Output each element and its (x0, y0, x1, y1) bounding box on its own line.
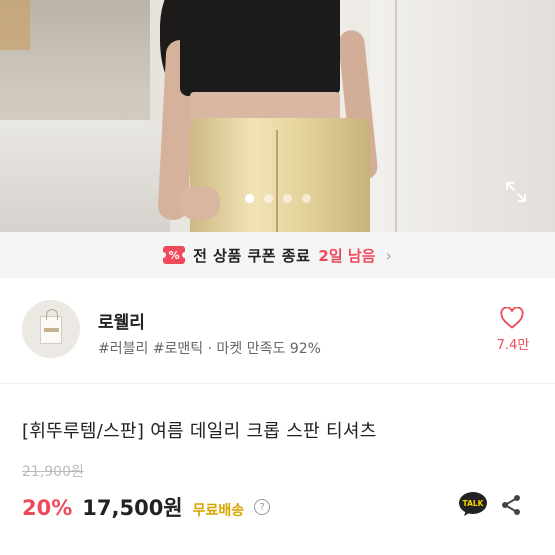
talk-label: TALK (463, 499, 485, 508)
coupon-icon: % (160, 246, 189, 264)
seller-name[interactable]: 로웰리 (98, 308, 145, 333)
seller-tags: #러블리 #로맨틱 · 마켓 만족도 92% (98, 341, 321, 357)
discount-rate: 20% (22, 496, 73, 520)
coupon-text: 전 상품 쿠폰 종료 (193, 246, 311, 265)
expand-icon[interactable] (504, 180, 528, 204)
model-pants-seam (276, 130, 278, 232)
sale-price: 17,500원 (82, 496, 183, 520)
kakao-talk-icon[interactable]: TALK (458, 491, 488, 517)
shopping-bag-icon (40, 309, 62, 344)
like-count: 7.4만 (496, 338, 530, 353)
bag-label (44, 328, 59, 332)
product-image[interactable] (0, 0, 555, 232)
seller-section[interactable]: 로웰리 #러블리 #로맨틱 · 마켓 만족도 92% 7.4만 (0, 278, 555, 384)
coupon-banner[interactable]: % 전 상품 쿠폰 종료 2일 남음 › (0, 232, 555, 278)
model-pants (190, 118, 370, 232)
image-background-frame (0, 0, 30, 50)
model-top (180, 0, 340, 96)
pagination-dot[interactable] (282, 194, 292, 203)
share-icon[interactable] (500, 494, 522, 516)
gallery-pagination (0, 194, 555, 203)
coupon-remaining: 2일 남음 (318, 246, 376, 265)
pagination-dot[interactable] (301, 194, 311, 203)
chevron-right-icon: › (385, 245, 392, 265)
pagination-dot[interactable] (263, 194, 273, 203)
original-price: 21,900원 (22, 464, 84, 480)
image-background-chair (0, 120, 170, 232)
free-shipping-label: 무료배송 (192, 503, 245, 519)
model-hand (180, 186, 220, 220)
pagination-dot[interactable] (244, 194, 254, 203)
info-icon[interactable]: ? (254, 499, 271, 515)
seller-avatar[interactable] (22, 300, 80, 358)
product-title: [휘뚜루템/스판] 여름 데일리 크롭 스판 티셔츠 (22, 421, 377, 442)
price-row: 20% 17,500원 무료배송 ? (22, 492, 271, 522)
heart-icon[interactable] (500, 307, 524, 329)
